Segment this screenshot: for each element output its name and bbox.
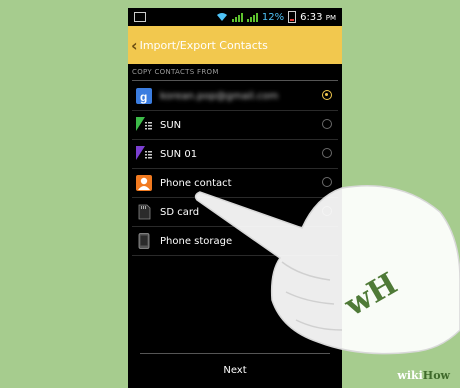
page-title[interactable]: Import/Export Contacts: [140, 39, 268, 52]
contact-icon: [136, 175, 152, 191]
phone-screen: 12% 6:33 PM ‹ Import/Export Contacts COP…: [128, 8, 342, 388]
sim-icon: [136, 117, 152, 133]
radio-button[interactable]: [322, 206, 332, 216]
radio-button[interactable]: [322, 177, 332, 187]
signal-icon-2: [246, 12, 258, 22]
google-icon: g: [136, 88, 152, 104]
sim-icon: [136, 146, 152, 162]
account-row-sun-01[interactable]: SUN 01: [132, 140, 338, 169]
radio-button[interactable]: [322, 148, 332, 158]
radio-button[interactable]: [322, 119, 332, 129]
clock-time: 6:33: [300, 11, 323, 23]
account-row-sd-card[interactable]: SD card: [132, 198, 338, 227]
clock-suffix: PM: [325, 13, 336, 22]
account-label: SUN: [160, 119, 182, 131]
action-bar: ‹ Import/Export Contacts: [128, 26, 342, 64]
status-icons: 12% 6:33 PM: [216, 11, 336, 23]
status-bar: 12% 6:33 PM: [128, 8, 342, 26]
radio-button-selected[interactable]: [322, 90, 332, 100]
battery-icon: [288, 11, 297, 23]
next-button[interactable]: Next: [128, 354, 342, 388]
back-chevron-icon[interactable]: ‹: [131, 36, 138, 55]
screenshot-notification-icon: [134, 12, 146, 22]
wifi-icon: [216, 13, 227, 21]
watermark-wiki: wiki: [397, 369, 423, 382]
watermark-how: How: [422, 369, 450, 382]
account-row-sun[interactable]: SUN: [132, 111, 338, 140]
svg-text:g: g: [140, 90, 147, 104]
svg-text:wH: wH: [338, 266, 403, 324]
phone-storage-icon: [136, 233, 152, 249]
account-label: Phone storage: [160, 235, 233, 247]
account-label: SUN 01: [160, 148, 198, 160]
signal-icon: [231, 12, 243, 22]
wikihow-watermark: wikiHow: [397, 369, 450, 382]
account-label: korean.pop@gmail.com: [160, 90, 279, 102]
account-row-phone-storage[interactable]: Phone storage: [132, 227, 338, 256]
battery-percent: 12%: [261, 11, 285, 23]
wikihow-logo-badge: wH: [338, 266, 403, 324]
account-label: Phone contact: [160, 177, 232, 189]
account-row-google[interactable]: g korean.pop@gmail.com: [132, 82, 338, 111]
account-label: SD card: [160, 206, 200, 218]
clock: 6:33 PM: [300, 12, 336, 23]
account-row-phone-contact[interactable]: Phone contact: [132, 169, 338, 198]
sd-card-icon: [136, 204, 152, 220]
section-header: COPY CONTACTS FROM: [132, 66, 338, 81]
